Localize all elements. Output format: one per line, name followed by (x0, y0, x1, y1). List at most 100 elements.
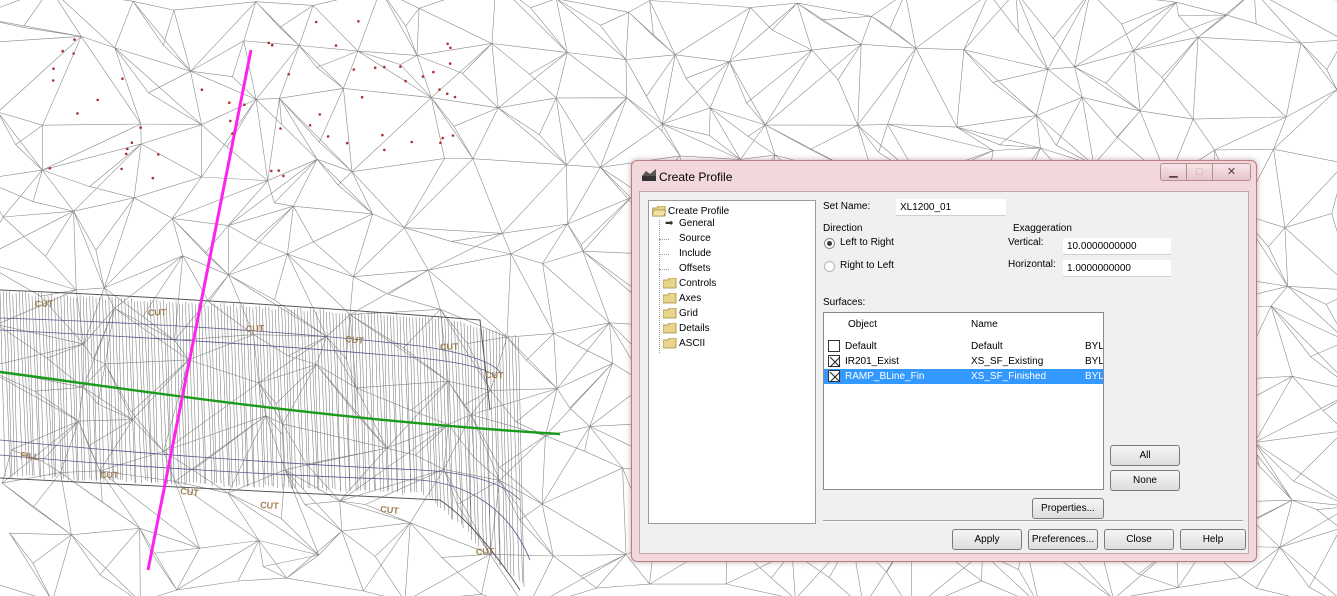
survey-point (61, 49, 64, 53)
survey-point (438, 88, 441, 91)
surface-name: XS_SF_Finished (971, 371, 1047, 382)
survey-point (334, 44, 338, 47)
minimize-icon: ▁ (1169, 166, 1178, 178)
survey-point (130, 141, 134, 144)
surface-checkbox[interactable] (828, 340, 840, 352)
survey-point (421, 75, 425, 78)
cut-fill-label: CUT (180, 486, 200, 498)
surfaces-label: Surfaces: (823, 297, 866, 308)
tree-item-label: Controls (679, 278, 717, 289)
folder-icon (663, 323, 677, 334)
survey-point (279, 127, 282, 130)
survey-point (373, 66, 377, 69)
survey-point (51, 79, 55, 82)
tree-item-label: Source (679, 233, 711, 244)
survey-point (357, 20, 360, 23)
survey-points (48, 20, 457, 180)
surface-row[interactable]: Default Default BYL (824, 339, 1104, 354)
right-to-left-radio[interactable] (824, 261, 835, 272)
survey-point (270, 169, 273, 173)
close-button[interactable]: Close (1104, 529, 1174, 550)
tree-item-label: Axes (679, 293, 702, 304)
horizontal-exaggeration-input[interactable]: 1.0000000000 (1063, 260, 1171, 277)
cut-fill-label: CUT (345, 334, 365, 346)
surface-object: Default (845, 341, 877, 352)
dialog-title: Create Profile (659, 170, 733, 184)
folder-icon (663, 338, 677, 349)
open-folder-icon (652, 206, 666, 217)
survey-point (318, 113, 322, 116)
close-window-button[interactable]: ✕ (1213, 163, 1251, 181)
set-name-input[interactable]: XL1200_01 (896, 199, 1006, 216)
cut-fill-label: CUT (440, 341, 459, 352)
survey-point (52, 67, 55, 70)
minimize-button[interactable]: ▁ (1160, 163, 1187, 181)
help-button[interactable]: Help (1180, 529, 1246, 550)
dialog-client-area: Create Profile ➡ General Source Include … (639, 191, 1249, 554)
surface-extra: BYL (1085, 341, 1104, 352)
left-to-right-radio[interactable] (824, 238, 835, 249)
survey-point (441, 136, 445, 140)
survey-point (445, 92, 449, 96)
survey-point (200, 88, 204, 91)
tree-connector (659, 269, 669, 270)
survey-point (243, 103, 246, 106)
column-header-object[interactable]: Object (848, 319, 877, 330)
apply-button[interactable]: Apply (952, 529, 1022, 550)
properties-button[interactable]: Properties... (1032, 498, 1104, 519)
tree-connector (659, 254, 669, 255)
select-all-button[interactable]: All (1110, 445, 1180, 466)
surface-checkbox[interactable] (828, 370, 841, 383)
survey-point (383, 148, 386, 152)
surface-checkbox[interactable] (828, 355, 841, 368)
survey-point (229, 119, 232, 123)
tree-item-label: Include (679, 248, 712, 259)
maximize-icon: □ (1196, 166, 1203, 178)
survey-point (314, 20, 318, 24)
create-profile-dialog: Create Profile ▁ □ ✕ Create Profile ➡ Ge… (631, 160, 1257, 562)
vertical-exaggeration-input[interactable]: 10.0000000000 (1063, 238, 1171, 255)
tree-item-label: ASCII (679, 338, 706, 349)
dialog-titlebar[interactable]: Create Profile ▁ □ ✕ (632, 161, 1256, 191)
surface-extra: BYL (1085, 371, 1104, 382)
select-none-button[interactable]: None (1110, 470, 1180, 491)
folder-icon (663, 278, 677, 289)
direction-label: Direction (823, 223, 863, 234)
navigation-tree[interactable]: Create Profile ➡ General Source Include … (648, 200, 816, 524)
cut-fill-label: CUT (476, 546, 495, 557)
survey-point (96, 98, 99, 102)
survey-point (410, 140, 414, 144)
column-header-name[interactable]: Name (971, 319, 998, 330)
checked-x-icon (829, 356, 841, 368)
surface-row-selected[interactable]: RAMP_BLine_Fin XS_SF_Finished BYL (824, 369, 1104, 384)
surface-object: RAMP_BLine_Fin (845, 371, 925, 382)
surface-object: IR201_Exist (845, 356, 899, 367)
right-to-left-label: Right to Left (840, 260, 894, 271)
surface-name: XS_SF_Existing (971, 356, 1044, 367)
survey-point (404, 79, 407, 83)
horizontal-label: Horizontal: (1008, 259, 1056, 270)
survey-point (231, 132, 234, 135)
survey-point (48, 167, 52, 170)
survey-point (282, 174, 285, 178)
surfaces-list[interactable]: Object Name Default Default BYL IR201_Ex… (823, 312, 1104, 490)
maximize-button[interactable]: □ (1187, 163, 1213, 181)
corridor-hatch (0, 291, 525, 587)
cut-fill-label: CUT (100, 470, 119, 480)
set-name-label: Set Name: (823, 201, 871, 212)
survey-point (277, 169, 281, 172)
survey-point (446, 42, 449, 46)
cut-fill-label: CUT (485, 370, 504, 380)
preferences-button[interactable]: Preferences... (1028, 529, 1098, 550)
survey-point (120, 167, 123, 171)
survey-point (72, 52, 75, 55)
survey-point (439, 141, 442, 145)
cut-fill-label: FILL (20, 450, 41, 462)
surface-extra: BYL (1085, 356, 1104, 367)
cut-fill-label: CUT (35, 298, 54, 309)
tree-connector (659, 239, 669, 240)
survey-point (326, 135, 330, 138)
tree-item-label: Grid (679, 308, 698, 319)
surface-row[interactable]: IR201_Exist XS_SF_Existing BYL (824, 354, 1104, 369)
survey-point (448, 62, 452, 65)
